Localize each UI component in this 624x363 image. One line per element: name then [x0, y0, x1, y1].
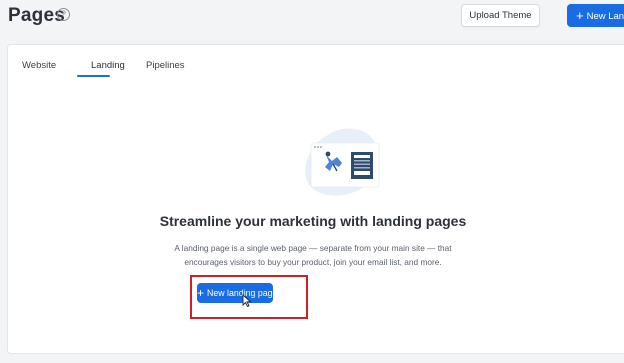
upload-theme-button[interactable]: Upload Theme	[461, 4, 540, 27]
landing-page-illustration	[305, 128, 380, 196]
active-tab-indicator	[77, 75, 110, 77]
illustration-dot	[320, 146, 322, 148]
empty-state-description: A landing page is a single web page — se…	[8, 241, 618, 269]
page-header: Pages ? Upload Theme +New Landing page	[0, 0, 624, 36]
illustration-dot	[314, 146, 316, 148]
question-circle-icon[interactable]: ?	[57, 8, 70, 21]
plus-icon: +	[576, 8, 584, 23]
tab-landing[interactable]: Landing	[91, 60, 125, 71]
illustration-doc-line	[354, 171, 370, 175]
illustration-figure-head	[325, 151, 331, 157]
new-landing-page-top-button[interactable]: +New Landing page	[567, 4, 624, 27]
tab-website[interactable]: Website	[22, 60, 56, 71]
tab-pipelines[interactable]: Pipelines	[146, 60, 185, 71]
illustration-doc-line	[354, 160, 370, 162]
mouse-cursor-icon	[242, 294, 252, 307]
empty-state-headline: Streamline your marketing with landing p…	[159, 213, 467, 229]
empty-state-description-line: encourages visitors to buy your product,…	[184, 257, 442, 267]
illustration-doc-line	[354, 167, 370, 169]
illustration-doc-line	[354, 163, 370, 165]
empty-state-description-line: A landing page is a single web page — se…	[174, 243, 452, 253]
illustration-dot	[317, 146, 319, 148]
pages-card: Website Landing Pipelines Streamline you…	[7, 44, 624, 354]
new-landing-top-label: New Landing page	[586, 11, 624, 22]
illustration-doc-line	[354, 155, 370, 158]
